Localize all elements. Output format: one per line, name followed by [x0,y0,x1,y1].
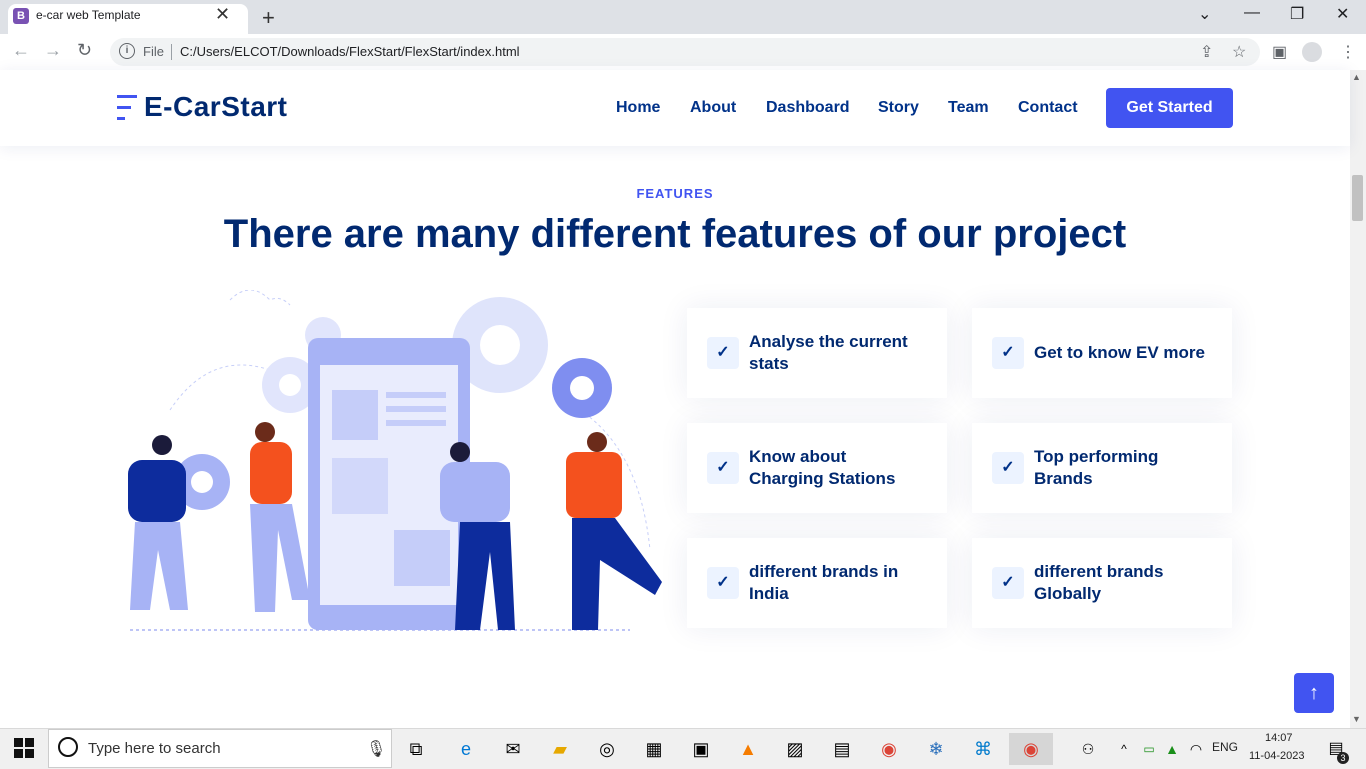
nav-contact[interactable]: Contact [1018,99,1078,117]
clock-date[interactable]: 11-04-2023 [1249,750,1304,762]
vlc-icon[interactable]: ▲ [732,733,764,765]
mail-icon[interactable]: ✉ [497,733,529,765]
check-icon: ✓ [707,567,739,599]
search-icon [58,737,78,757]
media-player-icon[interactable]: ◎ [591,733,623,765]
section-subtitle: FEATURES [636,186,714,201]
back-icon[interactable]: ← [12,40,30,61]
store-icon[interactable]: ▦ [638,733,670,765]
vscode-icon[interactable]: ⌘ [967,733,999,765]
feature-card: ✓ Top performing Brands [972,423,1232,513]
taskbar-search-placeholder[interactable]: Type here to search [88,740,221,757]
tab-search-chevron-icon[interactable]: ⌄ [1198,4,1211,24]
menu-kebab-icon[interactable]: ⋮ [1340,42,1356,62]
bookmark-star-icon[interactable]: ☆ [1232,42,1246,62]
feature-label: Get to know EV more [1034,343,1205,362]
edge-icon[interactable]: e [450,733,482,765]
windows-start-icon[interactable] [14,738,34,758]
chrome-active-icon[interactable]: ◉ [1009,733,1053,765]
check-icon: ✓ [707,452,739,484]
language-indicator[interactable]: ENG [1212,740,1238,754]
url-text[interactable]: C:/Users/ELCOT/Downloads/FlexStart/FlexS… [180,44,520,59]
page-scrollbar[interactable] [1350,70,1366,728]
nav-home[interactable]: Home [616,99,660,117]
address-divider [171,44,172,60]
nav-about[interactable]: About [690,99,736,117]
snowflake-app-icon[interactable]: ❄ [920,733,952,765]
tab-title: e-car web Template [36,8,141,22]
feature-label: Top performing [1034,447,1159,466]
microphone-icon[interactable]: 🎙 [366,739,386,759]
app-icon[interactable]: ▣ [685,733,717,765]
wifi-icon[interactable]: ◠ [1180,733,1212,765]
clock-time[interactable]: 14:07 [1265,732,1293,744]
feature-label: India [749,584,789,603]
feature-label: different brands in [749,562,899,581]
scroll-up-icon[interactable]: ▲ [1352,72,1361,82]
task-view-icon[interactable]: ⧉ [400,733,432,765]
scrollbar-thumb[interactable] [1352,175,1363,221]
check-icon: ✓ [992,452,1024,484]
nav-story[interactable]: Story [878,99,919,117]
side-panel-icon[interactable]: ▣ [1272,42,1287,62]
features-illustration [128,290,662,631]
chrome-icon[interactable]: ◉ [873,733,905,765]
feature-card: ✓ different brands in India [687,538,947,628]
info-icon[interactable]: i [119,43,135,59]
share-icon[interactable]: ⇪ [1200,42,1213,62]
new-tab-icon[interactable]: + [262,5,275,31]
site-logo[interactable]: E-CarStart [144,91,287,123]
nav-team[interactable]: Team [948,99,989,117]
check-icon: ✓ [992,567,1024,599]
feature-label: Know about [749,447,847,466]
check-icon: ✓ [707,337,739,369]
window-close-icon[interactable]: ✕ [1336,4,1349,24]
feature-card: ✓ Get to know EV more [972,308,1232,398]
tab-favicon-icon: B [13,8,29,24]
file-explorer-icon[interactable]: ▰ [544,733,576,765]
feature-label: Charging Stations [749,469,896,488]
scroll-down-icon[interactable]: ▼ [1352,714,1361,724]
feature-label: different brands [1034,562,1164,581]
feature-label: Brands [1034,469,1093,488]
restore-icon[interactable]: ❐ [1290,4,1304,24]
reload-icon[interactable]: ↻ [77,40,92,61]
calculator-icon[interactable]: ▤ [826,733,858,765]
forward-icon[interactable]: → [44,40,62,61]
feature-label: stats [749,354,789,373]
check-icon: ✓ [992,337,1024,369]
address-scheme-label: File [143,44,164,59]
tab-close-icon[interactable]: ✕ [215,4,230,25]
nav-dashboard[interactable]: Dashboard [766,99,850,117]
section-title: There are many different features of our… [223,212,1127,256]
feature-card: ✓ Analyse the current stats [687,308,947,398]
notification-count-badge: 3 [1337,752,1349,764]
logo-icon[interactable] [117,95,139,123]
profile-avatar-icon[interactable] [1302,42,1322,62]
people-icon[interactable]: ⚇ [1072,733,1104,765]
feature-label: Globally [1034,584,1102,603]
get-started-button[interactable]: Get Started [1106,88,1233,128]
feature-label: Analyse the current [749,332,908,351]
feature-card: ✓ Know about Charging Stations [687,423,947,513]
feature-card: ✓ different brands Globally [972,538,1232,628]
back-to-top-button[interactable]: ↑ [1294,673,1334,713]
photos-icon[interactable]: ▨ [779,733,811,765]
minimize-icon[interactable]: — [1244,4,1260,22]
